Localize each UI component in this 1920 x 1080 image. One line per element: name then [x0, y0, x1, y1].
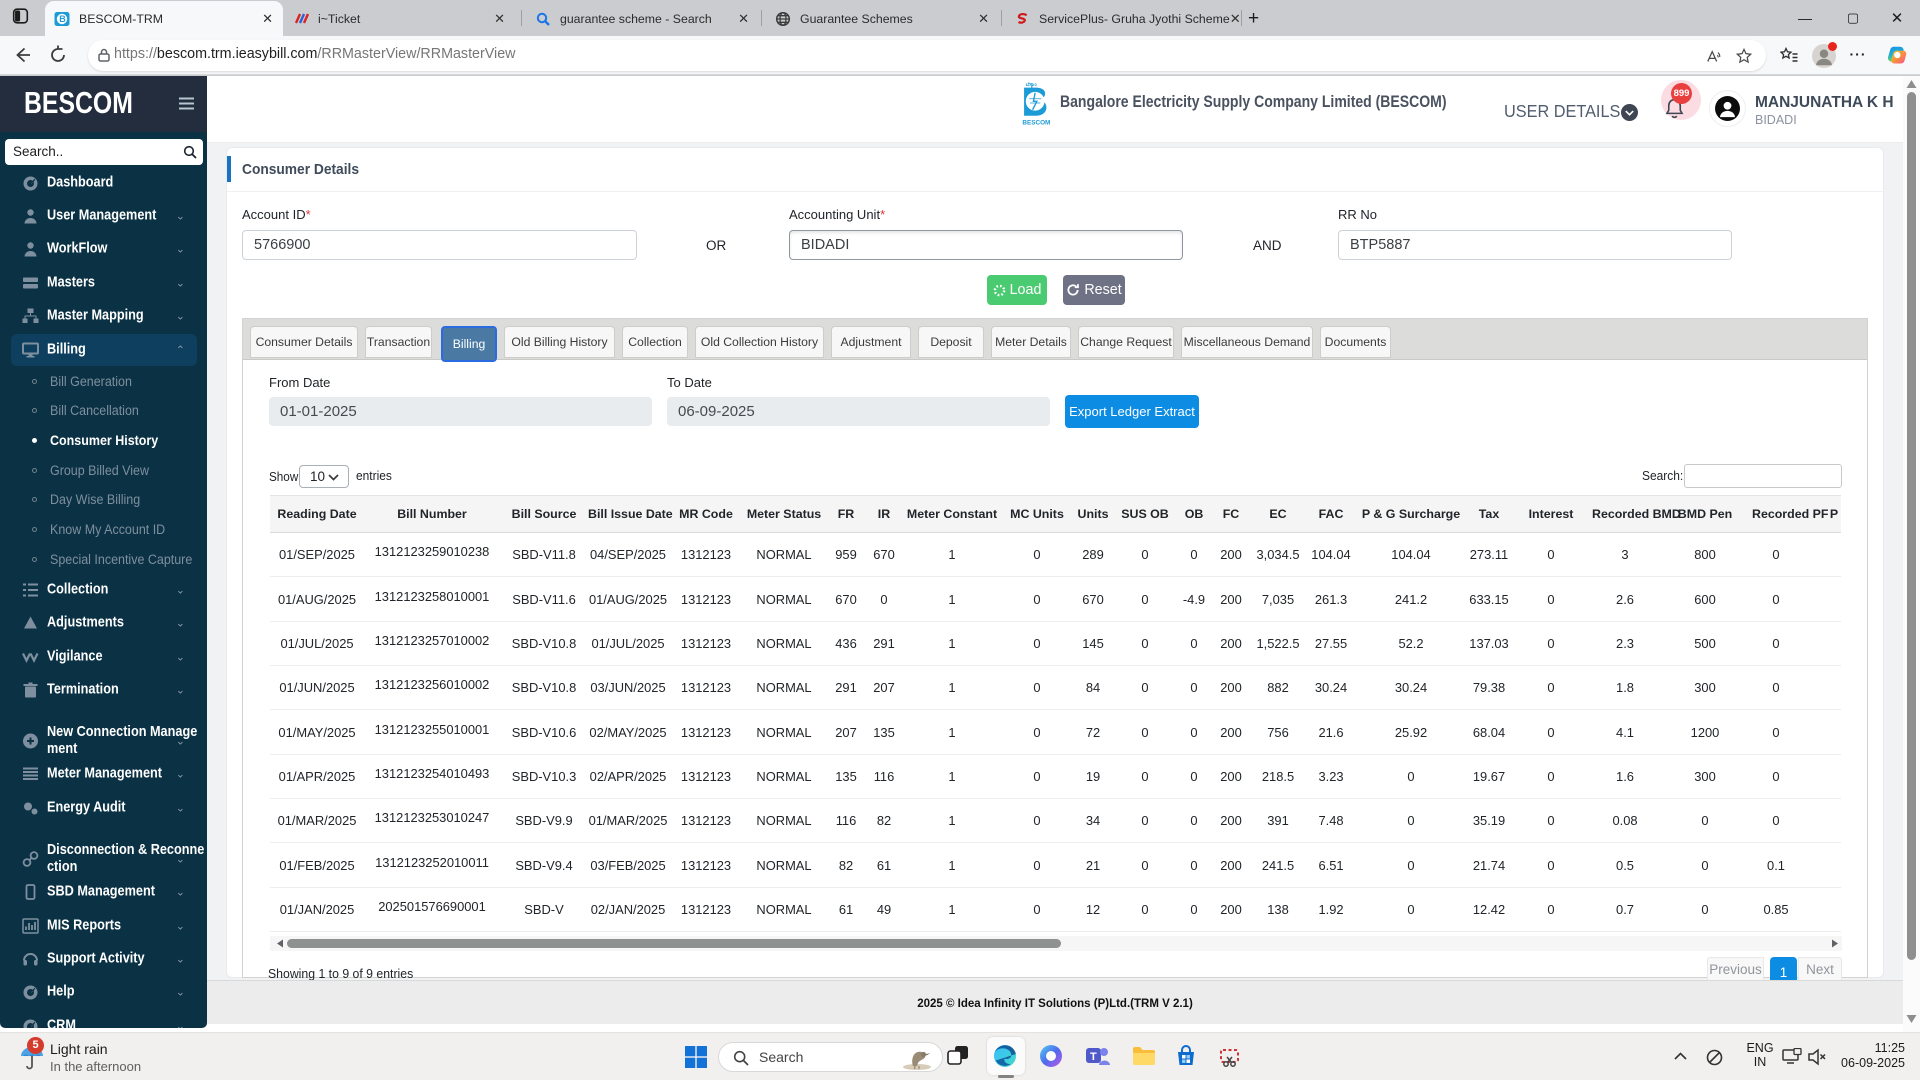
svg-text:ಬೆಸ್ಕಾಂ: ಬೆಸ್ಕಾಂ	[1026, 82, 1038, 88]
svg-text:BESCOM: BESCOM	[1022, 119, 1050, 126]
svg-text:T: T	[1090, 1051, 1097, 1063]
svg-text:B: B	[59, 14, 66, 24]
